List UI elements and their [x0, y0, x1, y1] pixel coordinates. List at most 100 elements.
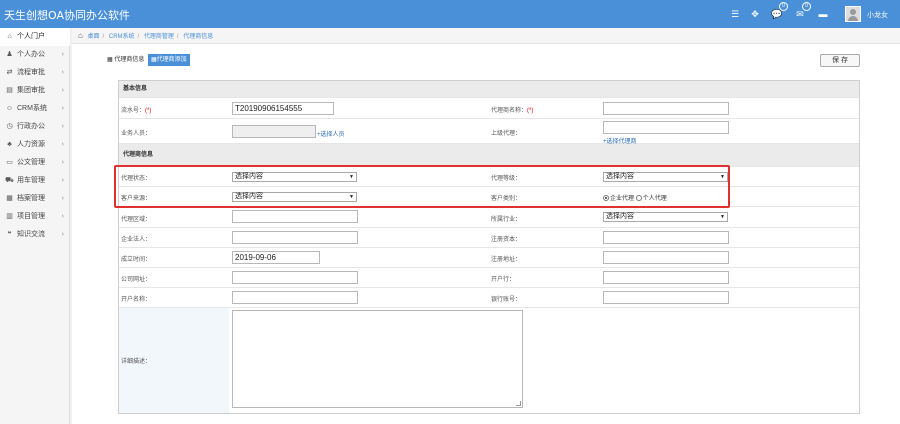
detail-textarea[interactable]	[232, 310, 523, 408]
form-row-website: 公司网址： 开户行：	[119, 268, 859, 288]
form-row-serial: 流水号：(*) T20190906154555 代理商名称：(*)	[119, 98, 859, 119]
industry-label: 所属行业：	[491, 217, 522, 223]
address-label: 注册地址：	[491, 257, 522, 263]
chevron-right-icon: ›	[61, 213, 64, 220]
staff-field	[232, 125, 316, 138]
breadcrumb-agent-info[interactable]: 代理商信息	[183, 34, 213, 40]
capital-field[interactable]	[603, 231, 729, 244]
established-label: 成立时间：	[121, 257, 152, 263]
account-no-field[interactable]	[603, 291, 729, 304]
car-icon: ⛟	[5, 177, 14, 184]
building-icon: ▤	[6, 87, 13, 94]
account-name-field[interactable]	[232, 291, 358, 304]
serial-label: 流水号：(*)	[121, 108, 152, 114]
industry-select[interactable]: 选择内容 ▼	[603, 212, 728, 222]
breadcrumb-crm[interactable]: CRM系统	[109, 34, 135, 40]
chevron-right-icon: ›	[61, 195, 64, 202]
message-badge: 0	[802, 2, 811, 11]
region-field[interactable]	[232, 210, 358, 223]
agent-form: 基本信息 流水号：(*) T20190906154555 代理商名称：(*) 业…	[118, 80, 860, 414]
sidebar: ⌂ 个人门户 ♟ 个人办公 › ⇄ 流程审批 › ▤ 集团审批 › ☺ CRM系统 › ◷ 行政办公…	[0, 28, 70, 424]
staff-label: 业务人员：	[121, 131, 152, 137]
chevron-right-icon: ›	[61, 69, 64, 76]
table-icon: ▦	[107, 57, 113, 63]
main-content: ▦ 代理商信息 ▦代理商添加 保 存 基本信息 流水号：(*) T2019090…	[72, 44, 900, 424]
form-row-detail: 详细描述：	[119, 308, 859, 413]
chevron-right-icon: ›	[61, 231, 64, 238]
flow-icon: ⇄	[6, 69, 13, 76]
form-row-account: 开户名称： 银行账号：	[119, 288, 859, 308]
form-row-staff: 业务人员： +选择人员 上级代理： +选择代理商	[119, 119, 859, 145]
chevron-right-icon: ›	[61, 105, 64, 112]
sidebar-item-projects[interactable]: ▥ 项目管理 ›	[0, 208, 70, 226]
capital-label: 注册资本：	[491, 237, 522, 243]
chevron-right-icon: ›	[61, 141, 64, 148]
breadcrumb: ⌂ 桌面 / CRM系统 / 代理商管理 / 代理商信息	[72, 28, 900, 44]
bank-label: 开户行：	[491, 277, 516, 283]
sidebar-item-admin[interactable]: ◷ 行政办公 ›	[0, 118, 70, 136]
address-field[interactable]	[603, 251, 729, 264]
sidebar-item-portal[interactable]: ⌂ 个人门户	[0, 28, 70, 46]
website-label: 公司网址：	[121, 277, 152, 283]
caret-down-icon: ▼	[720, 214, 725, 220]
tab-agent-add[interactable]: ▦代理商添加	[148, 54, 190, 66]
home-icon: ⌂	[7, 33, 12, 40]
sidebar-item-hr[interactable]: ♣ 人力资源 ›	[0, 136, 70, 154]
form-row-region: 代理区域： 所属行业： 选择内容 ▼	[119, 207, 859, 228]
account-no-label: 银行账号：	[491, 297, 522, 303]
chat-icon: ❝	[7, 231, 12, 238]
highlight-box	[114, 165, 730, 208]
legal-field[interactable]	[232, 231, 358, 244]
message-icon[interactable]: ✉ 0	[793, 2, 811, 21]
sidebar-item-knowledge[interactable]: ❝ 知识交流 ›	[0, 226, 70, 244]
account-name-label: 开户名称：	[121, 297, 152, 303]
parent-agent-label: 上级代理：	[491, 131, 522, 137]
section-agent-info: 代理商信息	[119, 144, 859, 167]
top-bar: 天生创想OA协同办公软件 ☰ ✥ 💬 0 ✉ 0 ▬ 小龙女	[0, 0, 900, 28]
sidebar-item-workflow[interactable]: ⇄ 流程审批 ›	[0, 64, 70, 82]
comment-icon[interactable]: ▬	[816, 7, 830, 21]
region-label: 代理区域：	[121, 217, 152, 223]
save-button[interactable]: 保 存	[820, 54, 860, 67]
agent-name-label: 代理商名称：(*)	[491, 108, 534, 114]
bank-field[interactable]	[603, 271, 729, 284]
detail-label: 详细描述：	[121, 359, 152, 365]
chevron-right-icon: ›	[61, 123, 64, 130]
folder-icon: ▭	[6, 159, 13, 166]
breadcrumb-agent-mgmt[interactable]: 代理商管理	[144, 34, 174, 40]
user-icon: ♟	[6, 51, 13, 58]
username[interactable]: 小龙女	[867, 10, 888, 20]
sidebar-item-group-approval[interactable]: ▤ 集团审批 ›	[0, 82, 70, 100]
agent-name-field[interactable]	[603, 102, 729, 115]
sitemap-icon: ♣	[7, 141, 12, 148]
legal-label: 企业法人：	[121, 237, 152, 243]
sidebar-item-documents[interactable]: ▭ 公文管理 ›	[0, 154, 70, 172]
group-icon: ☺	[5, 105, 14, 112]
clock-icon: ◷	[6, 123, 13, 130]
chat-badge: 0	[779, 2, 788, 11]
website-field[interactable]	[232, 271, 358, 284]
established-field[interactable]: 2019-09-06	[232, 251, 320, 264]
home-icon[interactable]: ⌂	[78, 31, 83, 40]
form-row-established: 成立时间： 2019-09-06 注册地址：	[119, 248, 859, 268]
tab-agent-info[interactable]: ▦ 代理商信息	[104, 54, 147, 66]
chat-icon[interactable]: 💬 0	[770, 2, 788, 21]
serial-field[interactable]: T20190906154555	[232, 102, 334, 115]
chevron-right-icon: ›	[61, 51, 64, 58]
sidebar-item-personal-office[interactable]: ♟ 个人办公 ›	[0, 46, 70, 64]
sidebar-item-crm[interactable]: ☺ CRM系统 ›	[0, 100, 70, 118]
sidebar-item-archives[interactable]: ▦ 档案管理 ›	[0, 190, 70, 208]
form-row-legal: 企业法人： 注册资本：	[119, 228, 859, 248]
menu-icon[interactable]: ☰	[728, 7, 742, 21]
archive-icon: ▦	[6, 195, 13, 202]
sidebar-item-vehicles[interactable]: ⛟ 用车管理 ›	[0, 172, 70, 190]
select-staff-link[interactable]: +选择人员	[317, 129, 345, 138]
breadcrumb-desktop[interactable]: 桌面	[88, 34, 100, 40]
fullscreen-icon[interactable]: ✥	[748, 7, 762, 21]
app-title: 天生创想OA协同办公软件	[4, 9, 130, 22]
project-icon: ▥	[6, 213, 13, 220]
avatar[interactable]	[845, 6, 861, 22]
resize-grip-icon[interactable]	[516, 401, 521, 406]
chevron-right-icon: ›	[61, 87, 64, 94]
parent-agent-field[interactable]	[603, 121, 729, 134]
